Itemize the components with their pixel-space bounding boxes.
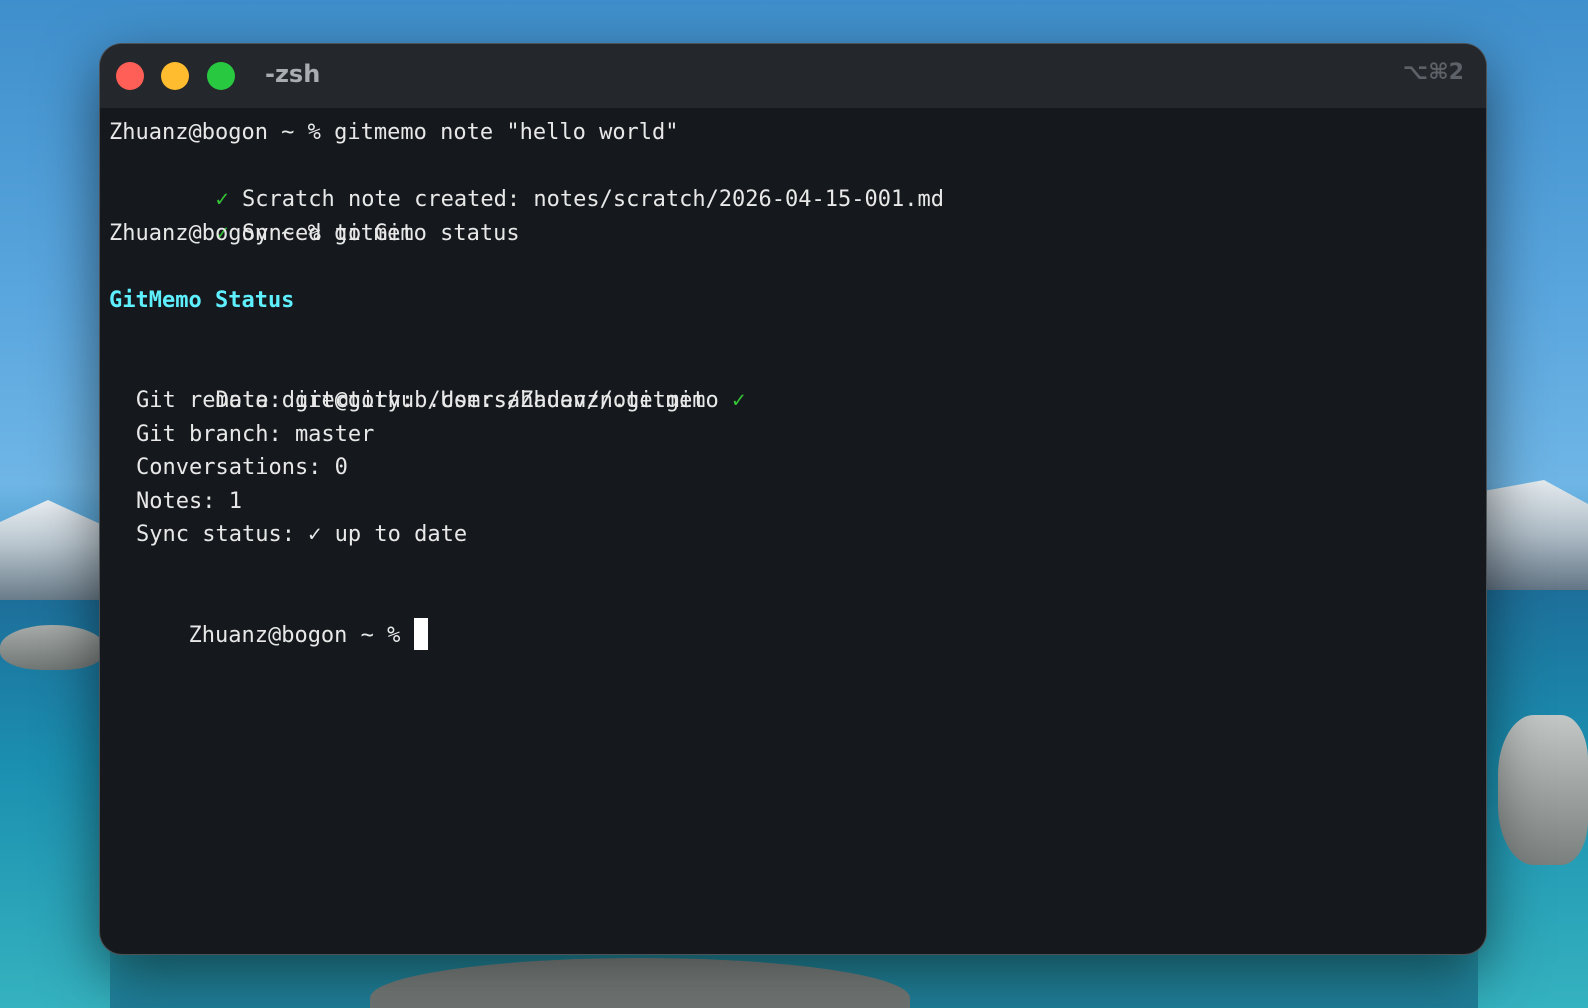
status-line-data-directory: Data directory: /Users/Zhuanz/.gitmemo ✓ [109, 351, 745, 413]
window-shortcut: ⌥⌘2 [1402, 60, 1464, 85]
status-line-git-remote: Git remote: git@github.com:sahadev/note.… [136, 388, 706, 413]
window-title: -zsh [265, 60, 321, 88]
zoom-button[interactable] [207, 62, 235, 90]
wallpaper-rock-left [0, 625, 105, 670]
status-line-notes: Notes: 1 [136, 488, 242, 514]
command-line: Zhuanz@bogon ~ % gitmemo status [109, 220, 520, 246]
status-line-sync: Sync status: ✓ up to date [136, 522, 468, 547]
prompt-line[interactable]: Zhuanz@bogon ~ % [109, 585, 429, 650]
output-line: ✓ Synced to Git [109, 183, 414, 246]
wallpaper-mountain-right [1478, 480, 1588, 600]
prompt-text: Zhuanz@bogon ~ % [188, 622, 401, 648]
text-cursor[interactable] [414, 617, 429, 650]
terminal-window[interactable]: -zsh ⌥⌘2 Zhuanz@bogon ~ % gitmemo note "… [100, 44, 1486, 954]
terminal-output[interactable]: Zhuanz@bogon ~ % gitmemo note "hello wor… [109, 116, 1477, 954]
wallpaper-rock-bottom [370, 958, 910, 1008]
status-heading: GitMemo Status [109, 287, 295, 313]
close-button[interactable] [116, 62, 144, 90]
title-bar[interactable]: -zsh ⌥⌘2 [100, 44, 1486, 108]
status-line-conversations: Conversations: 0 [136, 455, 348, 480]
status-line-git-branch: Git branch: master [136, 421, 375, 447]
check-icon: ✓ [732, 388, 746, 413]
minimize-button[interactable] [161, 62, 189, 90]
wallpaper-rock-right [1498, 715, 1588, 865]
command-line: Zhuanz@bogon ~ % gitmemo note "hello wor… [109, 120, 679, 145]
output-line: ✓ Scratch note created: notes/scratch/20… [109, 150, 944, 212]
